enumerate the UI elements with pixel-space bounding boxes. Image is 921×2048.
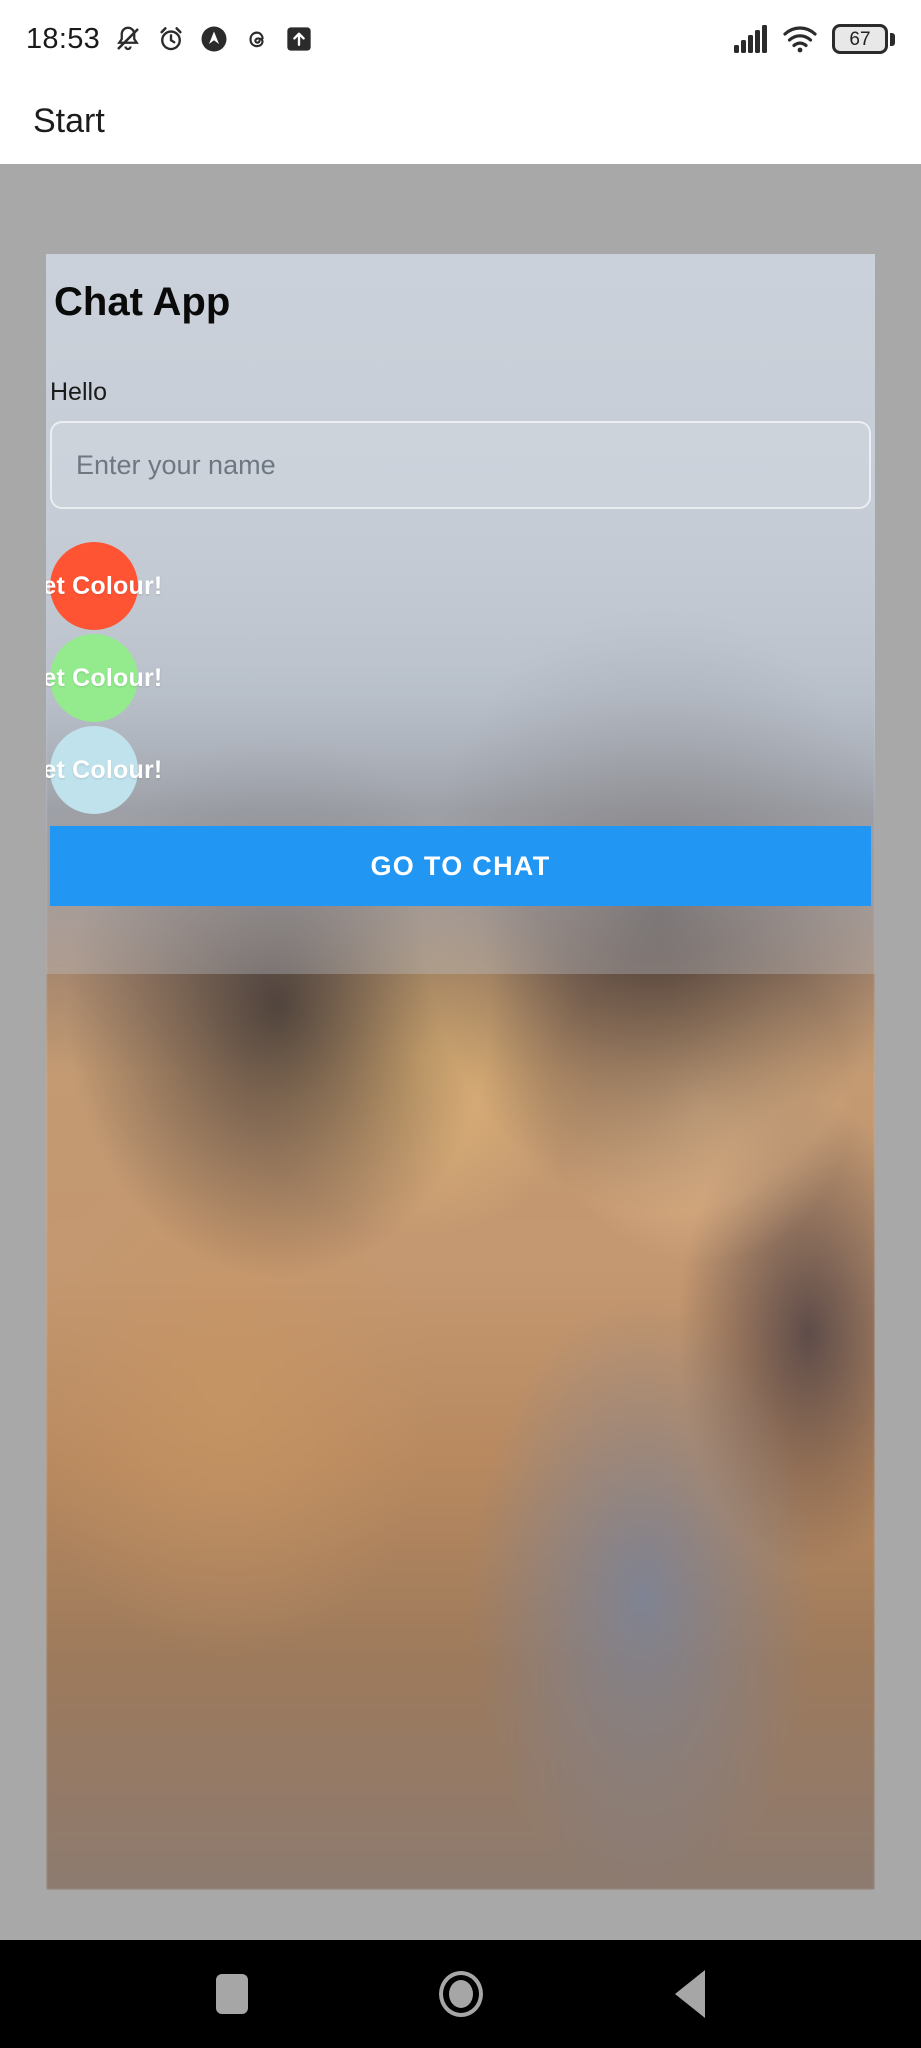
battery-level-label: 67 — [849, 28, 871, 50]
compass-badge-icon — [199, 24, 229, 54]
back-button[interactable] — [675, 1970, 706, 2018]
set-colour-button-red[interactable]: Set Colour! — [46, 542, 162, 630]
bell-muted-icon — [113, 24, 143, 54]
status-bar: 18:53 67 — [0, 0, 921, 78]
set-colour-button-green[interactable]: Set Colour! — [46, 634, 162, 722]
go-to-chat-button[interactable]: GO TO CHAT — [50, 826, 871, 906]
colour-button-list: Set Colour! Set Colour! Set Colour! — [46, 542, 871, 814]
threads-icon — [242, 24, 272, 54]
set-colour-button-blue[interactable]: Set Colour! — [46, 726, 162, 814]
app-bar: Start — [0, 78, 921, 164]
greeting-label: Hello — [50, 378, 107, 406]
cellular-signal-icon — [734, 25, 768, 53]
set-colour-label: Set Colour! — [46, 756, 163, 784]
status-bar-left: 18:53 — [26, 23, 313, 56]
navigation-bar — [0, 1940, 921, 2048]
status-bar-clock: 18:53 — [26, 22, 101, 55]
phone-screen: 18:53 67 Start Chat App Hello Enter your… — [0, 0, 921, 2048]
alarm-clock-icon — [156, 24, 186, 54]
status-bar-right: 67 — [734, 24, 895, 54]
set-colour-label: Set Colour! — [46, 664, 163, 692]
recents-button[interactable] — [215, 1974, 248, 2014]
upload-arrow-icon — [285, 25, 313, 53]
chat-app-card: Chat App Hello Set Colour! Set Colour! S… — [46, 254, 875, 1890]
page-title: Start — [33, 101, 105, 140]
card-content: Chat App Hello Set Colour! Set Colour! S… — [46, 254, 875, 1890]
set-colour-label: Set Colour! — [46, 572, 163, 600]
wifi-icon — [782, 24, 818, 54]
battery-icon: 67 — [832, 24, 895, 54]
home-button[interactable] — [439, 1971, 484, 2017]
name-input[interactable] — [50, 421, 871, 509]
card-title: Chat App — [54, 280, 231, 324]
